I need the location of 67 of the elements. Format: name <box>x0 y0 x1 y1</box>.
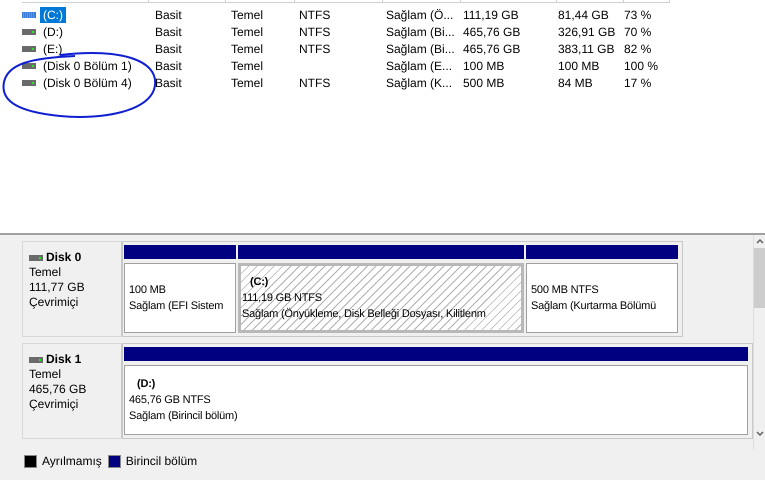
disk-type: Temel <box>29 367 62 382</box>
disk-type: Temel <box>29 265 62 280</box>
volume-row[interactable]: (Disk 0 Bölüm 4) Basit Temel NTFS Sağlam (K... 500 MB 84 MB 17 % <box>0 74 765 91</box>
table-cell-text: 73 % <box>623 8 652 22</box>
scroll-down-icon <box>756 431 764 436</box>
table-cell-text: Temel <box>230 76 264 90</box>
table-cell-text: 100 MB <box>557 58 600 72</box>
table-cell-text: NTFS <box>298 42 332 56</box>
table-cell-text: 465,76 GB <box>462 24 522 38</box>
volume-name: (Disk 0 Bölüm 4) <box>42 74 133 90</box>
table-cell-text: 81,44 GB <box>557 8 610 22</box>
volume-row[interactable]: (C:) Basit Temel NTFS Sağlam (Ö... 111,19 GB 81,44 GB 73 % <box>0 6 765 23</box>
disk-status: Çevrimiçi <box>29 397 80 412</box>
drive-icon <box>22 28 36 34</box>
table-cell-text: Basit <box>154 8 183 22</box>
table-cell-text: Basit <box>154 76 183 90</box>
table-cell-text: Temel <box>230 8 264 22</box>
table-cell-text: Sağlam (Ö... <box>385 8 454 22</box>
volume-name: (D:) <box>42 24 64 40</box>
disk-name: Disk 0 <box>46 250 82 265</box>
table-cell-text: 84 MB <box>557 76 594 90</box>
partition-block[interactable]: (D:) 465,76 GB NTFS Sağlam (Birincil bölüm) <box>124 365 748 435</box>
table-cell-text: NTFS <box>298 24 332 38</box>
table-cell-text: 100 % <box>623 58 660 72</box>
disk-name: Disk 1 <box>46 352 82 367</box>
table-cell-text: Basit <box>154 58 183 72</box>
table-cell-text: Sağlam (Bi... <box>385 24 456 38</box>
table-cell-text: NTFS <box>298 8 332 22</box>
disk-status: Çevrimiçi <box>29 295 80 310</box>
table-cell-text: 100 MB <box>462 58 506 72</box>
volume-row[interactable]: (D:) Basit Temel NTFS Sağlam (Bi... 465,76 GB 326,91 GB 70 % <box>0 23 765 40</box>
table-cell-text: Sağlam (Bi... <box>385 42 456 56</box>
table-cell-text: 82 % <box>623 42 652 56</box>
table-cell-text: NTFS <box>298 76 332 90</box>
table-cell-text: 111,19 GB <box>462 8 520 22</box>
table-cell-text: Temel <box>230 58 264 72</box>
table-cell-text: Temel <box>230 24 264 38</box>
table-cell-text: Sağlam (K... <box>385 76 454 90</box>
volume-name: (E:) <box>42 40 64 56</box>
table-cell-text: Basit <box>154 24 183 38</box>
table-cell-text: 326,91 GB <box>557 24 616 38</box>
table-cell-text: Basit <box>154 42 183 56</box>
table-cell-text: 383,11 GB <box>557 42 616 56</box>
table-cell-text: Sağlam (E... <box>385 58 454 72</box>
table-cell-text: 70 % <box>623 24 652 38</box>
disk-size: 111,77 GB <box>29 280 86 295</box>
table-cell-text: 17 % <box>623 76 652 90</box>
volume-row[interactable]: (Disk 0 Bölüm 1) Basit Temel Sağlam (E... 100 MB 100 MB 100 % <box>0 57 765 74</box>
striped-drive-icon <box>22 12 36 18</box>
drive-icon <box>22 46 36 52</box>
drive-icon <box>29 254 43 260</box>
volume-row[interactable]: (E:) Basit Temel NTFS Sağlam (Bi... 465,76 GB 383,11 GB 82 % <box>0 40 765 57</box>
legend-label: Ayrılmamış <box>42 454 102 468</box>
partition-block[interactable]: (C:) 111,19 GB NTFS Sağlam (Önyükleme, Disk Belleği Dosyası, Kilitlenm <box>238 263 524 333</box>
vertical-scrollbar[interactable] <box>753 235 765 450</box>
table-cell-text: 500 MB <box>462 76 506 90</box>
legend-label: Birincil bölüm <box>126 454 198 468</box>
partition-block[interactable]: 100 MB Sağlam (EFI Sistem <box>124 263 236 333</box>
volume-name: (Disk 0 Bölüm 1) <box>42 58 133 74</box>
drive-icon <box>29 356 43 362</box>
disk-size: 465,76 GB <box>29 382 88 397</box>
drive-icon <box>22 80 36 86</box>
scroll-up-icon <box>756 239 764 244</box>
table-cell-text: 465,76 GB <box>462 42 522 56</box>
volume-name: (C:) <box>40 6 66 22</box>
partition-block[interactable]: 500 MB NTFS Sağlam (Kurtarma Bölümü <box>526 263 678 333</box>
table-cell-text: Temel <box>230 42 264 56</box>
